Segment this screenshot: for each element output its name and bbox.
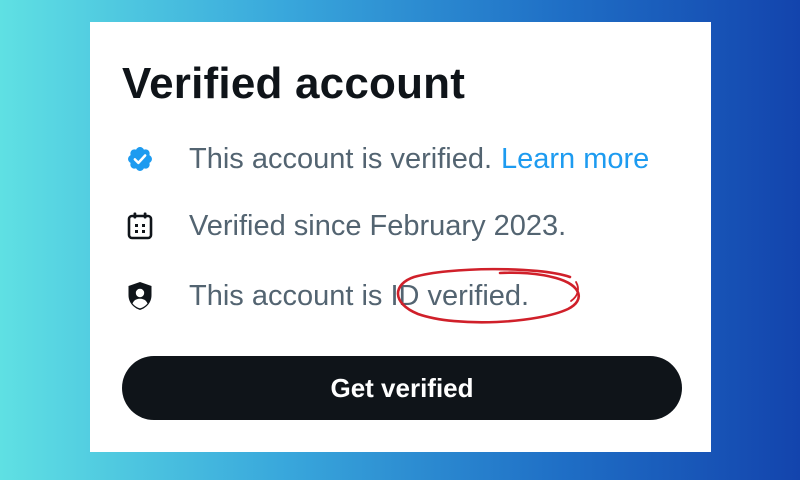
id-verified-text: This account is ID verified. (189, 280, 530, 312)
id-verified-row: This account is ID verified. (124, 276, 529, 316)
card-title: Verified account (122, 59, 466, 108)
learn-more-link[interactable]: Learn more (501, 139, 649, 179)
verified-since-row: Verified since February 2023. (124, 206, 566, 246)
verified-badge-icon (124, 143, 156, 175)
verified-status-text: This account is verified. (189, 143, 493, 175)
calendar-icon (124, 210, 156, 242)
verified-status-row: This account is verified. Learn more (124, 139, 649, 179)
shield-person-icon (124, 280, 156, 312)
get-verified-button[interactable]: Get verified (122, 356, 682, 420)
verified-account-card: Verified account This account is verifie… (90, 22, 711, 452)
verified-since-text: Verified since February 2023. (189, 210, 567, 242)
